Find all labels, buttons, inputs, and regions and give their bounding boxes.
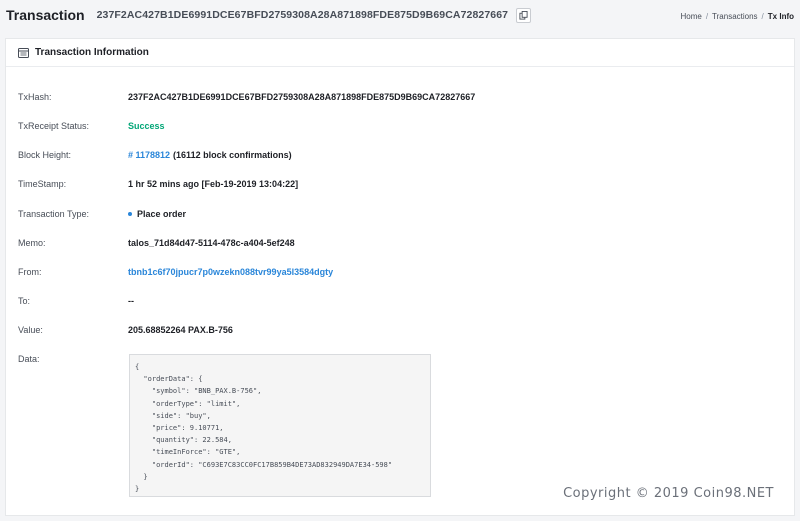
transaction-type-value: Place order xyxy=(137,209,187,219)
breadcrumb-separator: / xyxy=(705,12,709,21)
txhash-value: 237F2AC427B1DE6991DCE67BFD2759308A28A871… xyxy=(128,92,476,102)
breadcrumb-current: Tx Info xyxy=(767,12,794,21)
timestamp-value: 1 hr 52 mins ago [Feb-19-2019 13:04:22] xyxy=(128,179,299,189)
memo-label: Memo: xyxy=(18,238,46,248)
row-to: To: -- xyxy=(18,296,778,306)
data-label: Data: xyxy=(18,354,40,364)
page-title: Transaction xyxy=(6,7,85,23)
breadcrumb: Home / Transactions / Tx Info xyxy=(680,12,794,21)
card-header: Transaction Information xyxy=(6,39,794,67)
card-title: Transaction Information xyxy=(35,47,149,58)
value-label: Value: xyxy=(18,325,43,335)
timestamp-label: TimeStamp: xyxy=(18,179,67,189)
from-address-link[interactable]: tbnb1c6f70jpucr7p0wzekn088tvr99ya5l3584d… xyxy=(128,267,333,277)
value-amount: 205.68852264 PAX.B-756 xyxy=(128,325,233,335)
row-block-height: Block Height: # 1178812 (16112 block con… xyxy=(18,150,778,160)
breadcrumb-home[interactable]: Home xyxy=(680,12,701,21)
row-transaction-type: Transaction Type: Place order xyxy=(18,209,778,219)
row-value: Value: 205.68852264 PAX.B-756 xyxy=(18,325,778,335)
copy-icon xyxy=(519,10,528,20)
breadcrumb-transactions[interactable]: Transactions xyxy=(712,12,758,21)
page-transaction-hash: 237F2AC427B1DE6991DCE67BFD2759308A28A871… xyxy=(96,9,509,21)
status-label: TxReceipt Status: xyxy=(18,121,90,131)
row-from: From: tbnb1c6f70jpucr7p0wzekn088tvr99ya5… xyxy=(18,267,778,277)
row-memo: Memo: talos_71d84d47-5114-478c-a404-5ef2… xyxy=(18,238,778,248)
row-status: TxReceipt Status: Success xyxy=(18,121,778,131)
breadcrumb-separator: / xyxy=(761,12,764,21)
copy-button[interactable] xyxy=(516,7,532,23)
to-label: To: xyxy=(18,296,31,306)
status-badge: Success xyxy=(128,121,165,131)
block-height-link[interactable]: # 1178812 xyxy=(128,150,170,160)
list-icon xyxy=(18,47,29,58)
type-bullet-icon xyxy=(128,212,132,216)
block-confirmations: (16112 block confirmations) xyxy=(173,150,292,160)
copyright-watermark: Copyright © 2019 Coin98.NET xyxy=(563,486,774,501)
to-value: -- xyxy=(128,296,134,306)
row-timestamp: TimeStamp: 1 hr 52 mins ago [Feb-19-2019… xyxy=(18,179,778,189)
memo-value: talos_71d84d47-5114-478c-a404-5ef248 xyxy=(128,238,295,248)
data-code-box[interactable]: { "orderData": { "symbol": "BNB_PAX.B-75… xyxy=(129,354,431,497)
transaction-info-card: Transaction Information TxHash: 237F2AC4… xyxy=(5,38,795,516)
row-txhash: TxHash: 237F2AC427B1DE6991DCE67BFD275930… xyxy=(18,92,778,102)
top-bar: Transaction 237F2AC427B1DE6991DCE67BFD27… xyxy=(0,0,800,30)
block-height-label: Block Height: xyxy=(18,150,72,160)
txhash-label: TxHash: xyxy=(18,92,52,102)
transaction-type-label: Transaction Type: xyxy=(18,209,90,219)
from-label: From: xyxy=(18,267,42,277)
